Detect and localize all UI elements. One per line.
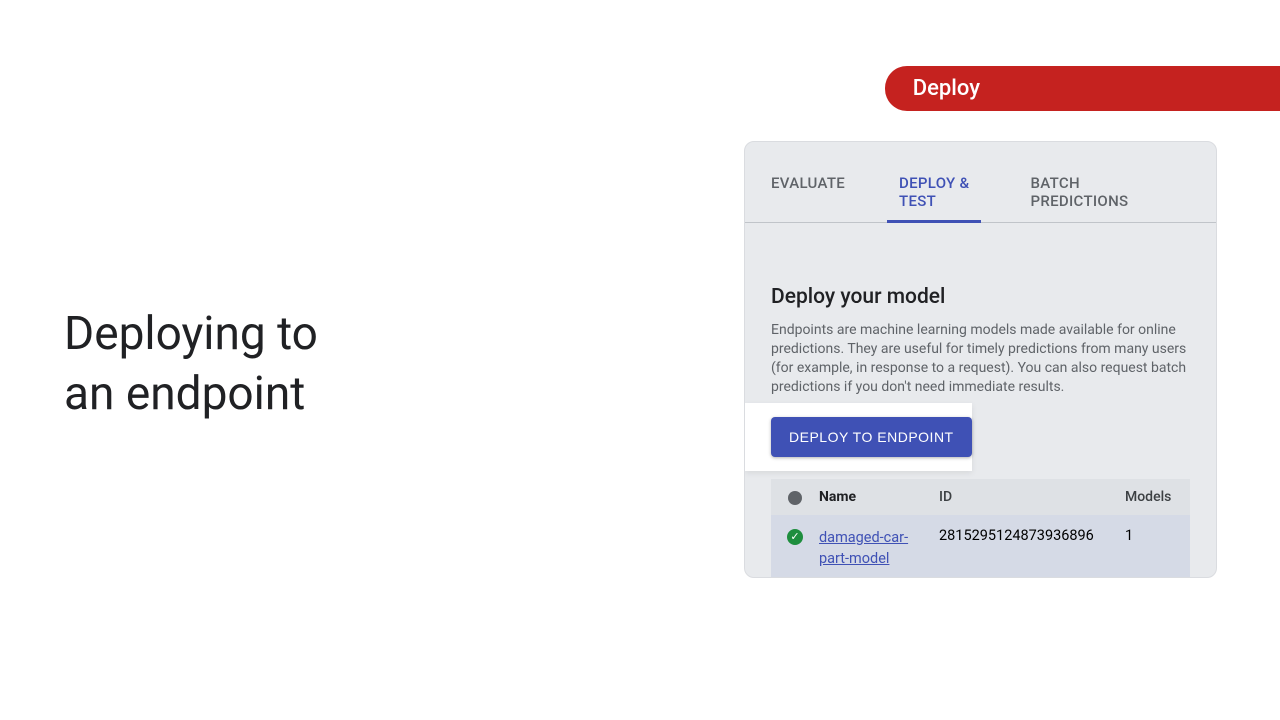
status-header <box>771 489 819 505</box>
tab-label: EVALUATE <box>771 174 845 192</box>
section-title: Deploy your model <box>745 253 1216 309</box>
endpoint-name-link[interactable]: damaged-car-part-model <box>819 529 908 568</box>
name-cell: damaged-car-part-model <box>819 527 939 571</box>
status-cell: ✓ <box>771 527 819 545</box>
id-header: ID <box>939 489 1125 505</box>
table-row: ✓ damaged-car-part-model 281529512487393… <box>771 515 1190 578</box>
status-dot-icon <box>788 491 802 505</box>
tab-label: DEPLOY & TEST <box>899 174 969 210</box>
tab-label: BATCH PREDICTIONS <box>1031 174 1129 210</box>
deploy-phase-label: Deploy <box>913 76 980 101</box>
button-highlight-wrapper: DEPLOY TO ENDPOINT <box>745 403 972 471</box>
success-check-icon: ✓ <box>787 529 803 545</box>
tab-evaluate[interactable]: EVALUATE <box>771 160 863 222</box>
tab-batch-predictions[interactable]: BATCH PREDICTIONS <box>1031 160 1154 222</box>
id-cell: 2815295124873936896 <box>939 527 1125 544</box>
name-header: Name <box>819 489 939 505</box>
deploy-panel: EVALUATE DEPLOY & TEST BATCH PREDICTIONS… <box>744 141 1217 578</box>
tab-bar: EVALUATE DEPLOY & TEST BATCH PREDICTIONS <box>745 160 1216 223</box>
models-header: Models <box>1125 489 1185 505</box>
slide-title: Deploying to an endpoint <box>64 305 318 425</box>
endpoints-table: Name ID Models ✓ damaged-car-part-model … <box>745 479 1216 578</box>
slide-title-line-2: an endpoint <box>64 365 318 425</box>
models-cell: 1 <box>1125 527 1185 544</box>
deploy-to-endpoint-button[interactable]: DEPLOY TO ENDPOINT <box>771 417 972 457</box>
slide-title-line-1: Deploying to <box>64 305 318 365</box>
section-description: Endpoints are machine learning models ma… <box>745 309 1216 397</box>
tab-deploy-test[interactable]: DEPLOY & TEST <box>899 160 994 222</box>
deploy-phase-pill: Deploy <box>885 66 1280 111</box>
table-header: Name ID Models <box>771 479 1190 515</box>
